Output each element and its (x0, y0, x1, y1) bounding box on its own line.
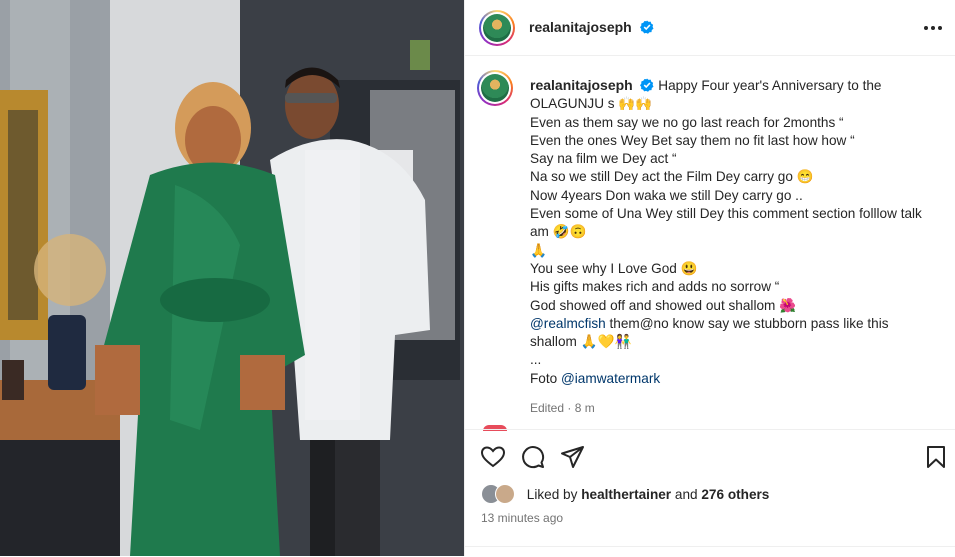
verified-badge-icon (640, 20, 654, 34)
caption-line: His gifts makes rich and adds no sorrow … (530, 279, 780, 295)
liked-by-label: Liked by (526, 487, 578, 502)
caption-line: Happy Four year's Anniversary to the (658, 78, 882, 93)
photographer-mention-link[interactable]: @iamwatermark (561, 371, 660, 386)
liker-username[interactable]: healthertainer (581, 487, 671, 502)
post-timestamp[interactable]: 13 minutes ago (481, 511, 563, 525)
likes-summary[interactable]: Liked by healthertainer and 276 others (481, 484, 769, 504)
author-avatar[interactable] (479, 10, 515, 46)
share-icon[interactable] (560, 444, 586, 470)
caption-username[interactable]: realanitajoseph (530, 77, 633, 93)
more-options-icon[interactable] (922, 18, 944, 38)
action-bar (465, 429, 955, 481)
liker-avatars (481, 484, 519, 504)
caption-line: Na so we still Dey act the Film Dey carr… (530, 169, 814, 185)
others-count[interactable]: 276 others (701, 487, 769, 502)
post-header: realanitajoseph (465, 0, 955, 56)
post-panel: realanitajoseph realanitajoseph Happy Fo… (464, 0, 955, 556)
edited-meta: Edited · 8 m (530, 401, 595, 416)
caption-line: Say na film we Dey act “ (530, 151, 677, 167)
mention-link[interactable]: @realmcfish (530, 316, 606, 331)
caption-line: Even as them say we no go last reach for… (530, 114, 844, 130)
heart-icon[interactable] (480, 444, 506, 470)
bookmark-icon[interactable] (923, 444, 949, 470)
comment-icon[interactable] (520, 444, 546, 470)
caption-line: Even some of Una Wey still Dey this comm… (530, 206, 922, 222)
caption-line: OLAGUNJU s 🙌🙌 (530, 96, 653, 112)
caption-avatar[interactable] (477, 70, 513, 106)
caption-line: shallom 🙏💛👫 (530, 334, 632, 350)
caption-line: ... (530, 352, 542, 368)
caption-line: You see why I Love God 😃 (530, 260, 698, 276)
caption-text: realanitajoseph Happy Four year's Annive… (530, 76, 935, 417)
caption-line: 🙏 (530, 242, 547, 258)
comment-bar-divider (465, 546, 955, 557)
verified-badge-icon (640, 78, 654, 92)
caption-line: God showed off and showed out shallom 🌺 (530, 297, 797, 313)
author-username[interactable]: realanitajoseph (529, 19, 632, 35)
caption-line: Foto (530, 370, 558, 386)
post-photo[interactable] (0, 0, 464, 556)
caption-line: Even the ones Wey Bet say them no fit la… (530, 132, 855, 148)
caption-line: them@no know say we stubborn pass like t… (609, 315, 889, 331)
caption-line: Now 4years Don waka we still Dey carry g… (530, 187, 803, 203)
caption-line: am 🤣🙃 (530, 224, 587, 240)
liked-by-and: and (674, 487, 698, 502)
